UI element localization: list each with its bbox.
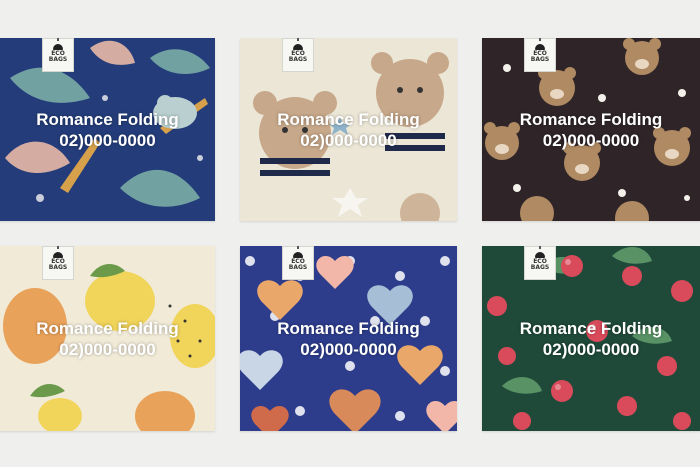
tag-hanger [297, 38, 299, 41]
bag-tile-bear-faces[interactable]: ECO BAGS Romance Folding 02)000-0000 [482, 38, 700, 221]
bag-tile-hearts[interactable]: ECO BAGS Romance Folding 02)000-0000 [240, 246, 457, 431]
phone-number: 02)000-0000 [59, 339, 156, 359]
product-name: Romance Folding [36, 318, 179, 338]
product-name: Romance Folding [277, 318, 420, 338]
watermark-overlay: Romance Folding 02)000-0000 [0, 318, 215, 360]
phone-number: 02)000-0000 [542, 130, 640, 150]
product-name: Romance Folding [519, 109, 663, 129]
eco-bags-tag: ECO BAGS [42, 38, 74, 72]
tag-hanger [297, 246, 299, 249]
product-name: Romance Folding [277, 109, 420, 129]
phone-number: 02)000-0000 [542, 339, 640, 359]
watermark-overlay: Romance Folding 02)000-0000 [240, 109, 457, 151]
watermark-overlay: Romance Folding 02)000-0000 [240, 318, 457, 360]
eco-bags-tag: ECO BAGS [42, 246, 74, 280]
tag-label: ECO BAGS [288, 50, 308, 63]
tag-label: ECO BAGS [530, 258, 550, 271]
eco-bags-tag: ECO BAGS [282, 246, 314, 280]
tag-hanger [57, 246, 59, 249]
eco-bags-tag: ECO BAGS [524, 246, 556, 280]
bag-tile-tropical[interactable]: ECO BAGS Romance Folding 02)000-0000 [0, 38, 215, 221]
watermark-overlay: Romance Folding 02)000-0000 [482, 318, 700, 360]
bag-tile-lemons[interactable]: ECO BAGS Romance Folding 02)000-0000 [0, 246, 215, 431]
tag-label: ECO BAGS [48, 50, 68, 63]
eco-bags-tag: ECO BAGS [282, 38, 314, 72]
product-name: Romance Folding [519, 318, 663, 338]
bag-tile-teddy-bears[interactable]: ECO BAGS Romance Folding 02)000-0000 [240, 38, 457, 221]
tag-hanger [539, 246, 541, 249]
eco-bags-tag: ECO BAGS [524, 38, 556, 72]
tag-hanger [57, 38, 59, 41]
phone-number: 02)000-0000 [300, 130, 397, 150]
tag-hanger [539, 38, 541, 41]
tag-label: ECO BAGS [288, 258, 308, 271]
product-name: Romance Folding [36, 109, 179, 129]
tag-label: ECO BAGS [530, 50, 550, 63]
phone-number: 02)000-0000 [59, 130, 156, 150]
watermark-overlay: Romance Folding 02)000-0000 [482, 109, 700, 151]
tag-label: ECO BAGS [48, 258, 68, 271]
watermark-overlay: Romance Folding 02)000-0000 [0, 109, 215, 151]
bag-tile-cherries[interactable]: ECO BAGS Romance Folding 02)000-0000 [482, 246, 700, 431]
phone-number: 02)000-0000 [300, 339, 397, 359]
